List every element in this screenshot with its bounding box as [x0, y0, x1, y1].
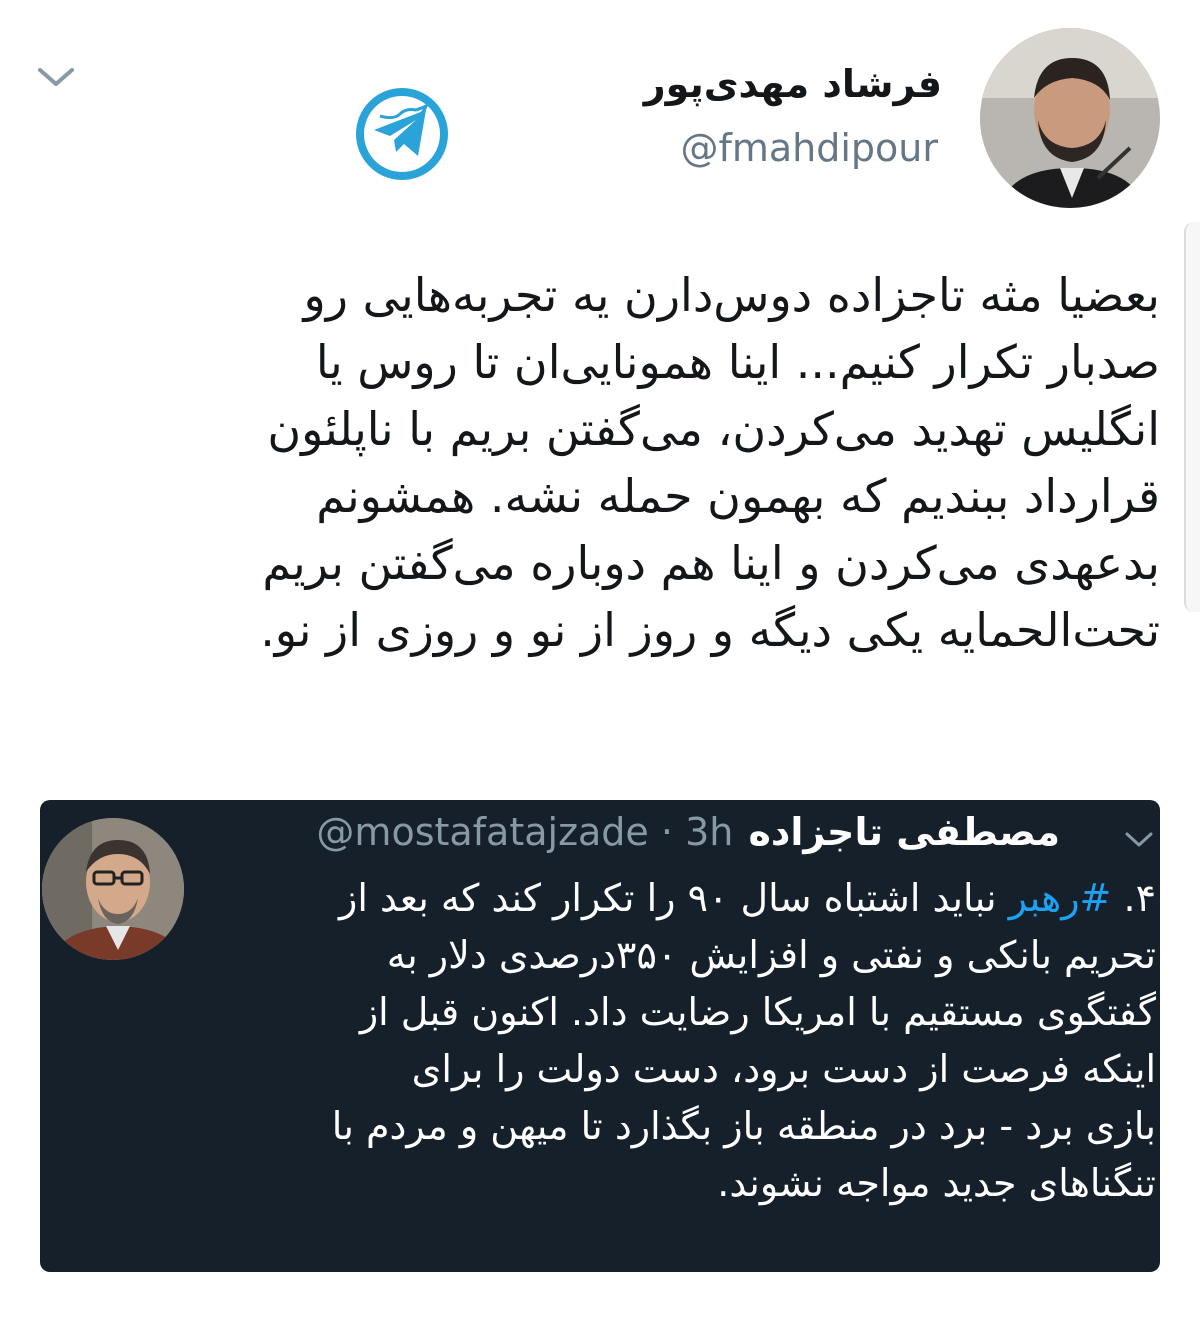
- scrollbar[interactable]: [1184, 222, 1200, 612]
- tweet-line: بعضیا مثه تاجزاده دوس‌دارن یه تجربه‌هایی…: [303, 268, 1160, 322]
- quoted-tweet-line: ۴. #رهبر نباید اشتباه سال ۹۰ را تکرار کن…: [190, 870, 1156, 927]
- tweet-text: بعضیا مثه تاجزاده دوس‌دارن یه تجربه‌هایی…: [36, 262, 1160, 664]
- header-separator: ·: [660, 810, 673, 854]
- tweet-line: قرارداد ببندیم که بهمون حمله نشه. همشونم: [316, 469, 1160, 523]
- quoted-tweet-card[interactable]: مصطفی تاجزاده @mostafatajzade · 3h ۴. #ر…: [40, 800, 1160, 1272]
- line-text: نباید اشتباه سال ۹۰ را تکرار کند که بعد …: [339, 876, 997, 920]
- quoted-tweet-line: گفتگوی مستقیم با امریکا رضایت داد. اکنون…: [359, 990, 1156, 1034]
- quoted-tweet-line: بازی برد - برد در منطقه باز بگذارد تا می…: [331, 1104, 1156, 1148]
- quoted-tweet-line: تنگناهای جدید مواجه نشوند.: [717, 1161, 1156, 1205]
- line-number: ۴.: [1123, 876, 1156, 920]
- author-handle[interactable]: @fmahdipour: [680, 126, 938, 170]
- quoted-tweet-line: اینکه فرصت از دست برود، دست دولت را برای: [411, 1047, 1156, 1091]
- quoted-tweet-time[interactable]: 3h: [685, 810, 733, 854]
- quoted-handle-text: @mostafatajzade: [316, 810, 649, 854]
- quoted-author-avatar-image: [42, 818, 184, 960]
- tweet-line: صدبار تکرار کنیم... اینا همونایی‌ان تا ر…: [315, 335, 1160, 389]
- quoted-author-handle[interactable]: @mostafatajzade · 3h: [316, 810, 733, 854]
- chevron-down-icon[interactable]: [36, 64, 76, 90]
- tweet-line: انگلیس تهدید می‌کردن، می‌گفتن بریم با نا…: [267, 402, 1160, 456]
- telegram-twitter-badge-icon: [354, 86, 450, 182]
- tweet-screenshot: فرشاد مهدی‌پور @fmahdipour بعضیا مثه تاج…: [0, 0, 1200, 1319]
- quoted-tweet-text: ۴. #رهبر نباید اشتباه سال ۹۰ را تکرار کن…: [190, 870, 1156, 1212]
- quoted-tweet-header: مصطفی تاجزاده @mostafatajzade · 3h: [216, 810, 1060, 866]
- tweet-line: بدعهدی می‌کردن و اینا هم دوباره می‌گفتن …: [262, 536, 1160, 590]
- quoted-tweet-line: تحریم بانکی و نفتی و افزایش ۳۵۰درصدی دلا…: [386, 933, 1156, 977]
- author-display-name[interactable]: فرشاد مهدی‌پور: [644, 62, 942, 106]
- tweet-line: تحت‌الحمایه یکی دیگه و روز از نو و روزی …: [260, 603, 1160, 657]
- quoted-author-display-name[interactable]: مصطفی تاجزاده: [748, 810, 1060, 854]
- quoted-author-avatar[interactable]: [42, 818, 184, 960]
- author-avatar-image: [980, 28, 1160, 208]
- hashtag-link[interactable]: #رهبر: [1009, 876, 1112, 920]
- author-avatar[interactable]: [980, 28, 1160, 208]
- chevron-down-icon[interactable]: [1124, 830, 1154, 850]
